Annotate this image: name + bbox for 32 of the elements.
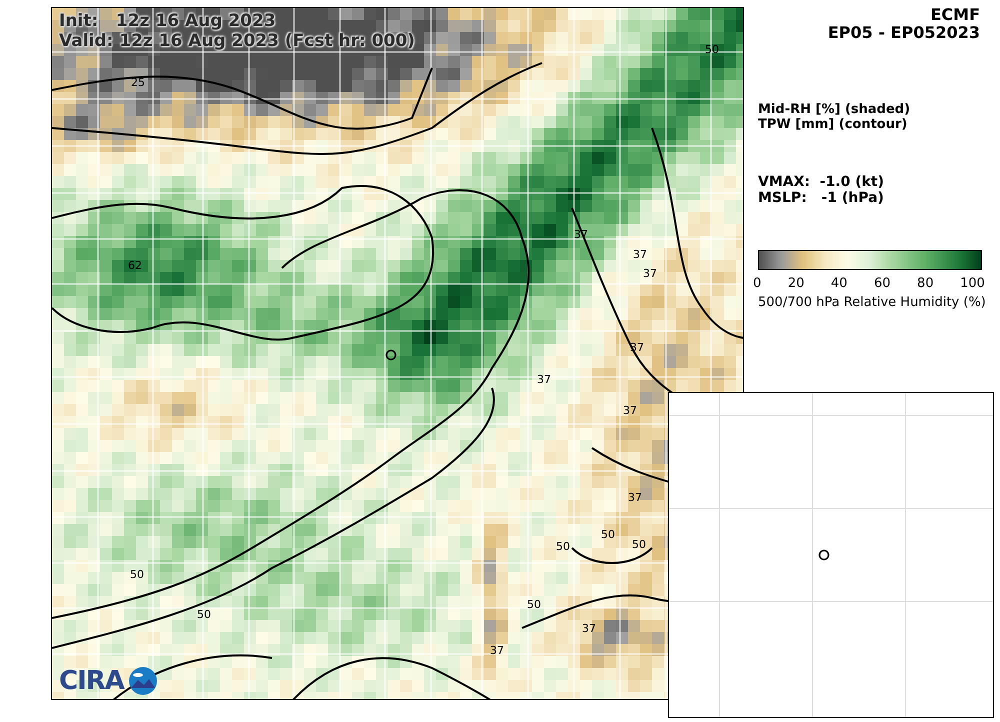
legend-text: Mid-RH [%] (shaded) [758,102,912,117]
intensity-text: VMAX: -1.0 (kt) [758,174,886,190]
logo-text: CIRA [59,666,124,696]
contour-label: 50 [556,540,570,553]
globe-logo-icon [128,666,158,696]
contour-label: 37 [582,622,596,635]
colorbar-tick-label: 40 [830,276,848,291]
contour-label: 50 [197,608,211,621]
intensity-text: MSLP: -1 (hPa) [758,190,885,206]
colorbar-tick-label: 0 [753,276,762,291]
contour-label: 37 [623,404,637,417]
model-name: ECMF [929,6,980,24]
contour-label: 50 [601,528,615,541]
storm-id: EP05 - EP052023 [826,24,980,42]
colorbar-label: 500/700 hPa Relative Humidity (%) [758,295,987,310]
contour-label: 25 [131,76,145,89]
contour-label: 37 [628,491,642,504]
contour-label: 50 [527,598,541,611]
contour-label: 62 [128,259,142,272]
storm-center-marker [818,549,830,561]
legend-text: TPW [mm] (contour) [758,117,908,132]
colorbar-tick-label: 60 [874,276,891,291]
colorbar-tick-label: 20 [788,276,804,291]
colorbar-tick-label: 100 [960,276,985,291]
contour-label: 50 [130,568,144,581]
contour-label: 37 [633,248,647,261]
contour-label: 37 [537,373,551,386]
contour-label: 37 [490,644,504,657]
contour-label: 50 [632,538,646,551]
contour-label: 37 [643,267,657,280]
colorbar-tick-label: 80 [917,276,934,291]
storm-center-marker [386,350,396,360]
